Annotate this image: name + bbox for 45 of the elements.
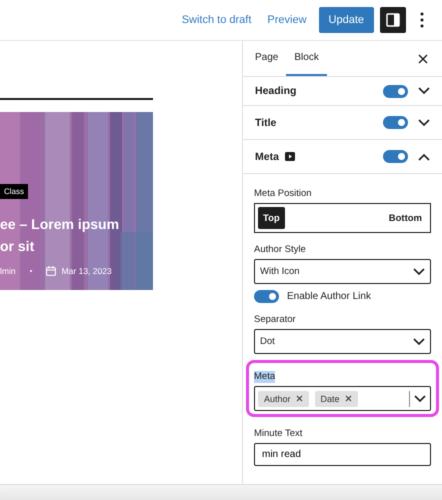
select-field[interactable]: Dot — [254, 329, 431, 354]
toggle-switch[interactable] — [383, 116, 408, 129]
segment-option[interactable]: Top — [258, 207, 285, 229]
token-chip[interactable]: Author — [258, 390, 309, 406]
update-button[interactable]: Update — [318, 7, 374, 33]
select-field[interactable]: With Icon — [254, 259, 431, 284]
field-label: Meta — [254, 371, 276, 383]
multi-select-field[interactable]: Author Date — [254, 386, 431, 411]
category-badge[interactable]: Class — [0, 184, 28, 199]
remove-icon — [344, 395, 352, 402]
sidebar-panel-icon — [386, 13, 400, 27]
link-button[interactable]: Switch to draft — [174, 8, 260, 32]
remove-icon — [296, 395, 303, 402]
segmented-control[interactable]: Top Bottom — [254, 203, 431, 233]
separator-dot — [30, 270, 32, 272]
post-date: Mar 13, 2023 — [62, 266, 112, 276]
chevron-up-icon — [418, 152, 430, 160]
chevron-down-icon — [418, 87, 430, 95]
more-options-icon — [420, 12, 424, 28]
panel-title[interactable]: Meta — [255, 150, 279, 162]
calendar-icon — [46, 266, 56, 276]
field-label: Separator — [254, 314, 296, 326]
chevron-down-icon — [418, 118, 430, 126]
field-label: Author Style — [254, 244, 306, 256]
close-button[interactable] — [416, 52, 430, 66]
sidebar-toggle-button[interactable] — [380, 7, 406, 33]
sidebar-tab[interactable]: Page — [247, 41, 286, 76]
field-label: Meta Position — [254, 188, 312, 200]
toggle-switch[interactable] — [383, 84, 408, 98]
toggle-switch[interactable] — [383, 150, 408, 163]
toggle-switch[interactable] — [254, 290, 279, 303]
post-title: ee – Lorem ipsum or sit — [0, 215, 120, 256]
panel-title[interactable]: Title — [255, 116, 276, 128]
token-chip[interactable]: Date — [314, 390, 358, 406]
post-author: lmin — [0, 266, 16, 276]
link-button[interactable]: Preview — [259, 8, 315, 32]
text-input[interactable]: min read — [254, 443, 431, 466]
panel-title[interactable]: Heading — [255, 85, 296, 97]
chevron-down-icon — [414, 394, 426, 402]
field-label: Minute Text — [254, 428, 302, 440]
segment-option[interactable]: Bottom — [384, 207, 427, 229]
chevron-down-icon — [413, 338, 425, 346]
toggle-label: Enable Author Link — [287, 291, 371, 302]
chevron-down-icon — [413, 268, 425, 276]
sidebar-tab[interactable]: Block — [286, 41, 327, 76]
